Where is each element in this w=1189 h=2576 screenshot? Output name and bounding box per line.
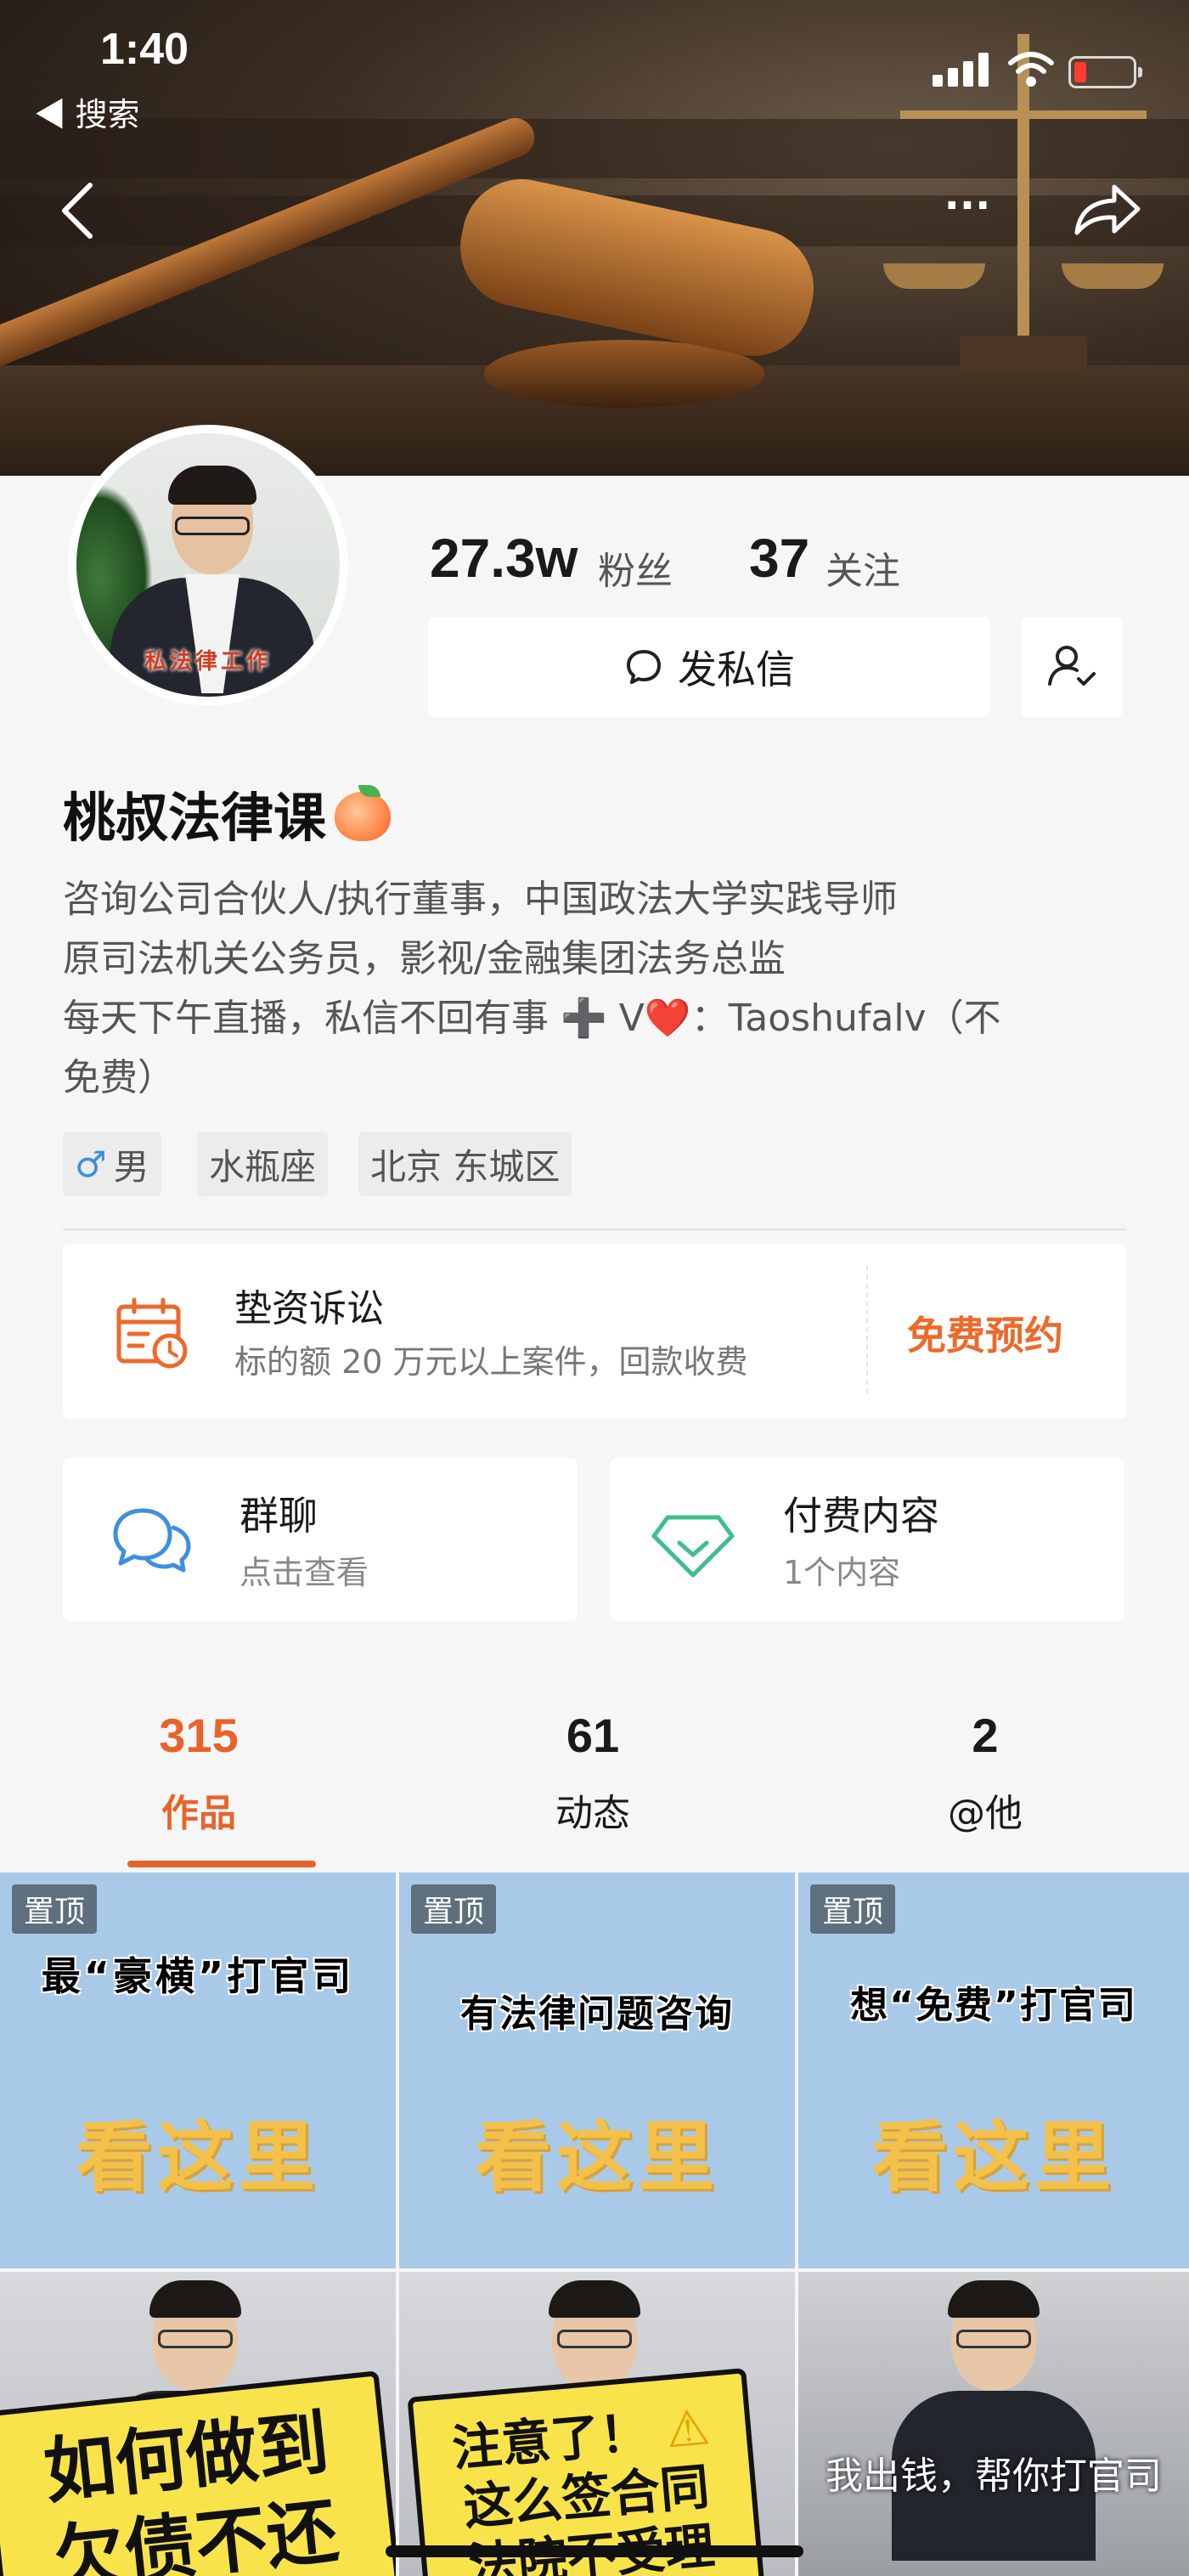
share-arrow-icon[interactable] [1072, 180, 1143, 240]
thumbnail-look-here: 看这里 [475, 2113, 719, 2202]
profile-nickname: 桃叔法律课 [63, 775, 392, 851]
active-tab-indicator [127, 1861, 316, 1867]
pinned-badge: 置顶 [810, 1884, 896, 1934]
chat-bubble-icon [627, 650, 661, 684]
service-title: 垫资诉讼 [234, 1287, 384, 1330]
service-subtitle: 标的额 20 万元以上案件，回款收费 [234, 1343, 748, 1381]
thumbnail-headline: 最“豪横”打官司 [41, 1953, 355, 1999]
fans-count[interactable]: 27.3w [430, 527, 578, 590]
following-label[interactable]: 关注 [826, 540, 900, 595]
paid-content-subtitle: 1个内容 [783, 1554, 901, 1591]
video-grid: 置顶 最“豪横”打官司 看这里 置顶 有法律问题咨询 看这里 置顶 想“免费”打… [0, 1873, 1189, 2576]
peach-icon [333, 785, 392, 841]
avatar[interactable]: 私法律工作 [68, 425, 348, 705]
pinned-badge: 置顶 [12, 1884, 98, 1934]
video-thumbnail-pinned[interactable]: 置顶 有法律问题咨询 看这里 [399, 1873, 795, 2268]
video-thumbnail[interactable]: 我出钱，帮你打官司 [798, 2272, 1189, 2576]
free-booking-button[interactable]: 免费预约 [907, 1305, 1063, 1361]
thumbnail-look-here: 看这里 [871, 2113, 1116, 2202]
video-thumbnail-pinned[interactable]: 置顶 想“免费”打官司 看这里 [798, 1873, 1189, 2268]
diamond-icon [651, 1515, 735, 1578]
tab-mentions[interactable]: @他 [858, 1782, 1113, 1837]
tag-location: 北京 东城区 [358, 1132, 572, 1196]
plus-icon: ➕ [561, 997, 607, 1040]
bio-line: 咨询公司合伙人/执行董事，中国政法大学实践导师 [63, 878, 898, 921]
thumbnail-headline: 想“免费”打官司 [850, 1984, 1137, 2027]
back-to-search-link[interactable]: ◀ 搜索 [34, 88, 140, 135]
chat-bubbles-icon [113, 1508, 191, 1573]
group-chat-title: 群聊 [239, 1493, 318, 1539]
group-chat-subtitle: 点击查看 [239, 1554, 369, 1591]
send-message-button[interactable]: 发私信 [428, 617, 990, 717]
wifi-icon [1008, 52, 1054, 87]
thumbnail-caption: 我出钱，帮你打官司 [826, 2455, 1162, 2498]
tab-mentions-count[interactable]: 2 [858, 1708, 1113, 1763]
thumbnail-headline: 有法律问题咨询 [460, 1992, 734, 2036]
more-dots-icon[interactable]: ··· [938, 185, 997, 231]
video-thumbnail[interactable]: 注意了！ ⚠ 这么签合同 法院不受理 [399, 2272, 795, 2576]
chevron-left-icon[interactable] [54, 180, 102, 241]
fans-label[interactable]: 粉丝 [598, 540, 673, 595]
tab-dynamics-count[interactable]: 61 [465, 1708, 720, 1763]
send-message-label: 发私信 [678, 647, 795, 692]
tab-works-count[interactable]: 315 [71, 1708, 326, 1763]
tag-gender: ♂ 男 [63, 1132, 161, 1196]
home-indicator[interactable] [386, 2545, 803, 2557]
avatar-ribbon-text: 私法律工作 [144, 649, 272, 675]
calendar-clock-icon [116, 1297, 188, 1369]
user-check-icon [1048, 646, 1096, 686]
battery-icon [1068, 56, 1142, 88]
warning-icon: ⚠ [663, 2398, 713, 2460]
status-time: 1:40 [100, 25, 189, 74]
bio-text: V [606, 997, 645, 1040]
heart-icon: ❤️ [644, 997, 691, 1040]
bio-line: 每天下午直播，私信不回有事 ➕ V❤️：Taoshufalv（不 [63, 989, 1001, 1048]
follow-button[interactable] [1021, 617, 1123, 717]
following-count[interactable]: 37 [749, 527, 809, 590]
nickname-text: 桃叔法律课 [63, 787, 327, 849]
bio-line: 免费） [63, 1056, 175, 1099]
cellular-signal-icon [933, 53, 989, 87]
bio-text: 每天下午直播，私信不回有事 [63, 997, 549, 1040]
video-thumbnail-pinned[interactable]: 置顶 最“豪横”打官司 看这里 [0, 1873, 396, 2268]
divider [63, 1229, 1126, 1230]
bio-text: ：Taoshufalv（不 [690, 997, 1001, 1040]
service-separator [866, 1266, 868, 1393]
thumbnail-sign: 如何做到 欠债不还 [0, 2370, 396, 2576]
thumbnail-look-here: 看这里 [76, 2113, 320, 2202]
video-thumbnail[interactable]: 如何做到 欠债不还 [0, 2272, 396, 2576]
tag-gender-label: 男 [113, 1145, 149, 1188]
pinned-badge: 置顶 [411, 1884, 497, 1934]
bio-line: 原司法机关公务员，影视/金融集团法务总监 [63, 937, 786, 980]
tab-works[interactable]: 作品 [71, 1782, 326, 1837]
tab-dynamics[interactable]: 动态 [465, 1782, 720, 1837]
paid-content-title: 付费内容 [783, 1493, 939, 1539]
male-icon: ♂ [75, 1143, 107, 1185]
tag-zodiac: 水瓶座 [197, 1132, 329, 1196]
